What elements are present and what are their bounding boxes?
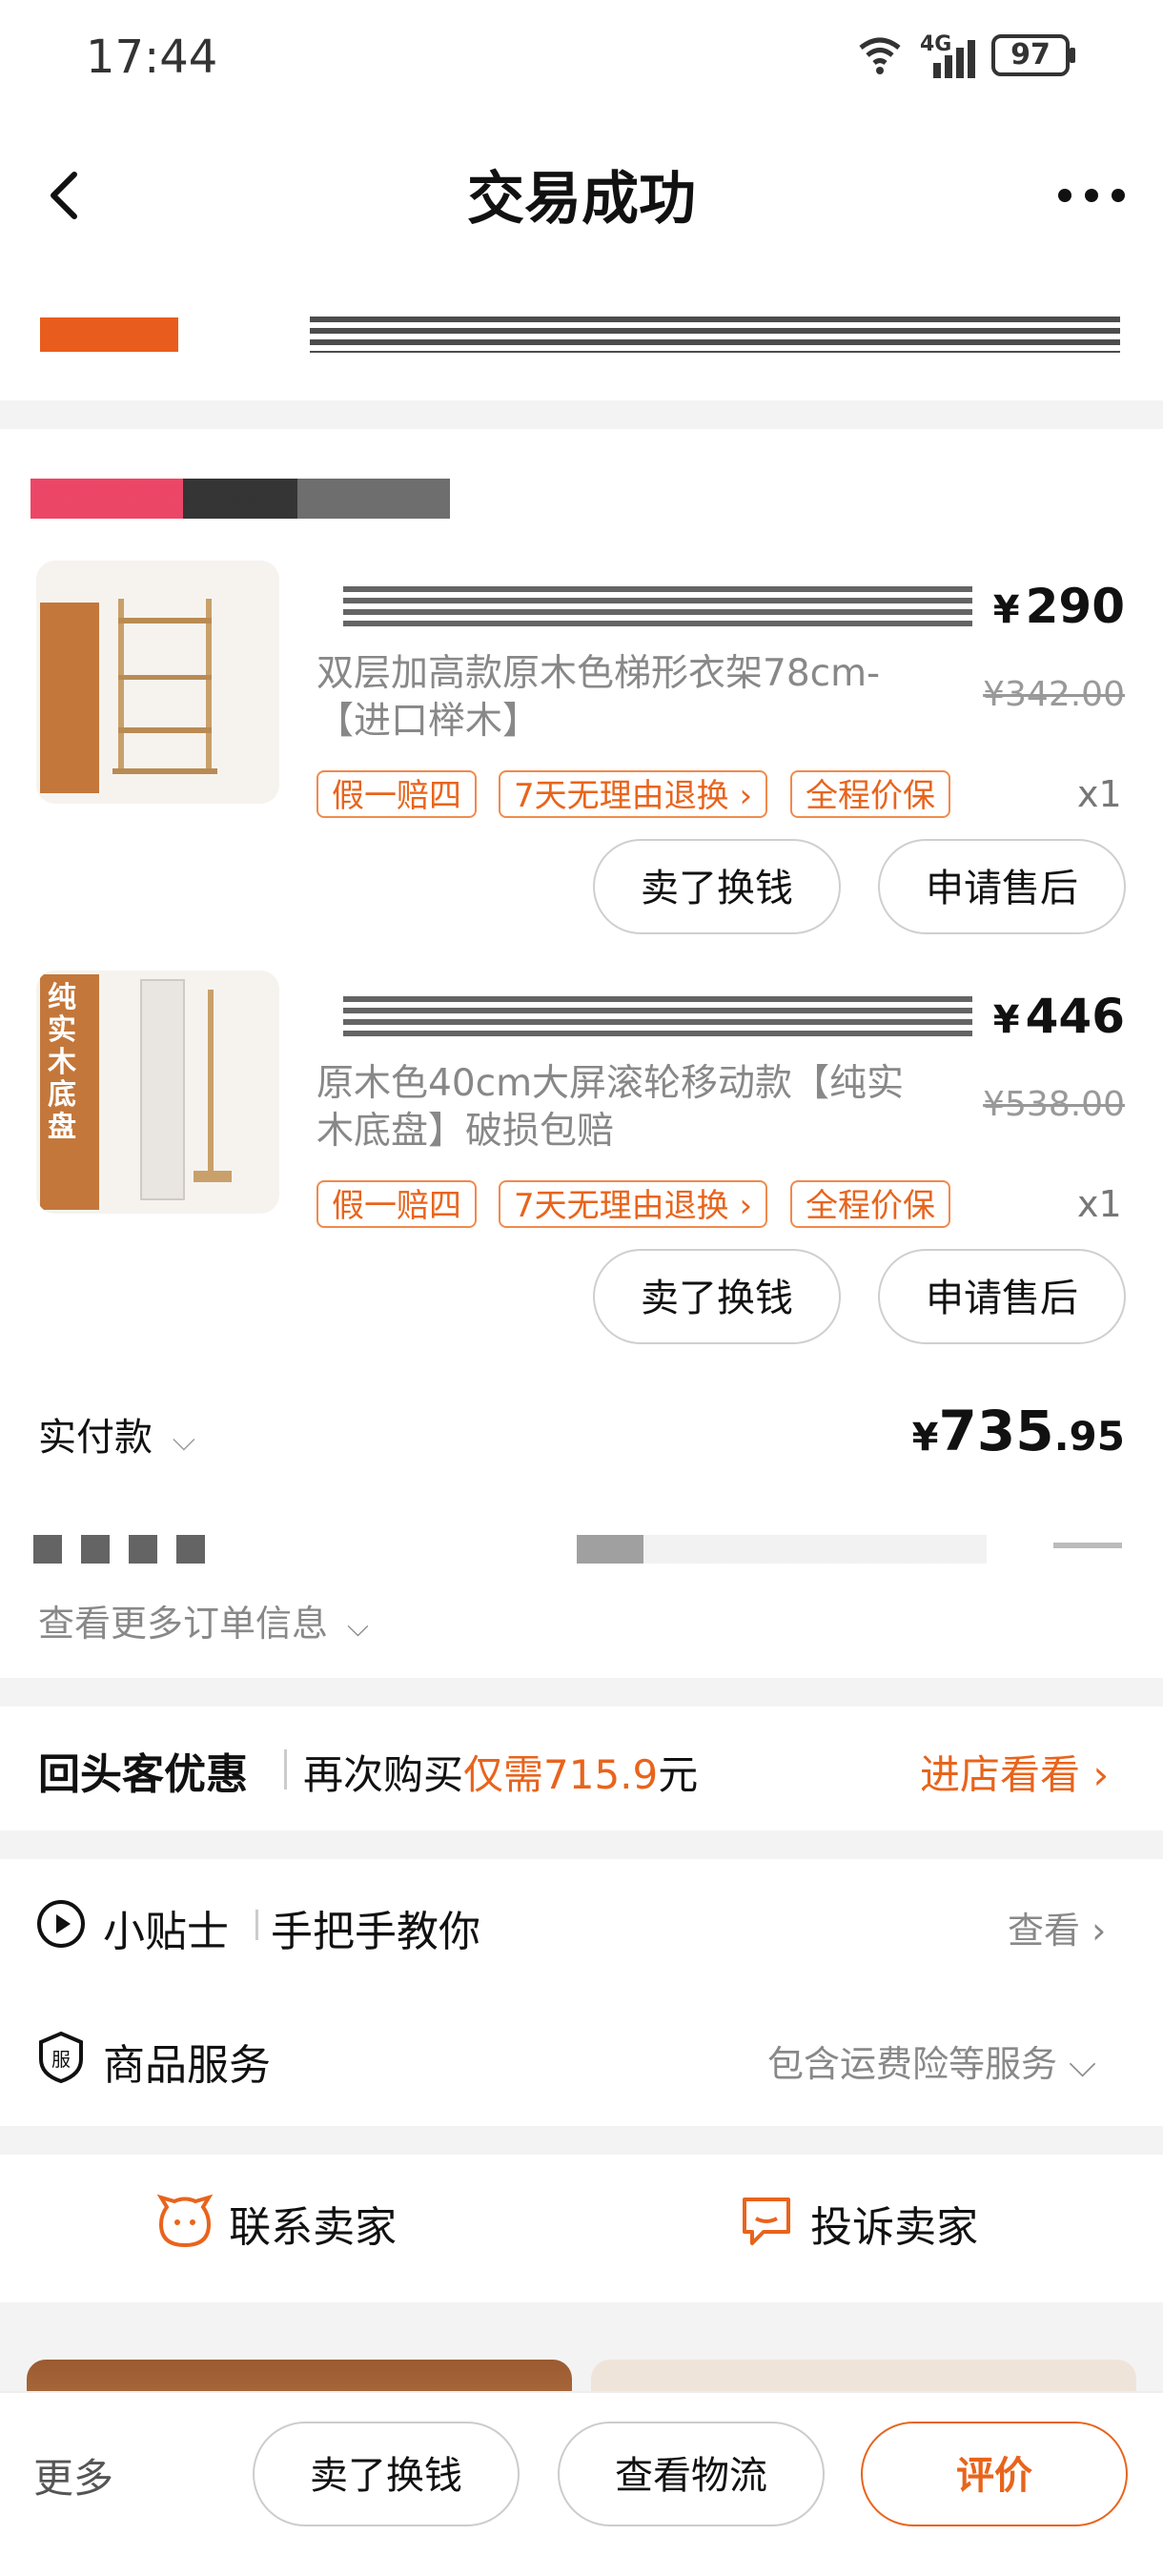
view-logistics-button[interactable]: 查看物流 (558, 2422, 825, 2526)
visit-shop-label: 进店看看 (920, 1751, 1081, 1798)
tag-fake-compensation[interactable]: 假一赔四 (316, 1180, 477, 1228)
complain-seller-button[interactable]: 投诉卖家 (739, 2193, 978, 2254)
tag-7day-return[interactable]: 7天无理由退换 › (499, 770, 768, 818)
more-options-button[interactable] (1053, 172, 1130, 219)
complaint-bubble-icon (739, 2194, 794, 2253)
tag-price-protect[interactable]: 全程价保 (790, 770, 950, 818)
redacted-address (310, 317, 1120, 353)
item-quantity: x1 (1077, 773, 1122, 815)
shield-icon: 服 (36, 2031, 86, 2084)
tag-fake-compensation[interactable]: 假一赔四 (316, 770, 477, 818)
item-original-price: ¥342.00 (983, 675, 1125, 714)
redacted-shop-name (31, 479, 450, 519)
returning-title: 回头客优惠 (38, 1750, 248, 1799)
signal-icon (929, 36, 982, 78)
tips-title: 小贴士 (103, 1908, 229, 1956)
more-actions-button[interactable]: 更多 (33, 2446, 113, 2504)
returning-text: 再次购买仅需715.9元 (303, 1751, 699, 1798)
paid-amount-value: ¥735.95 (911, 1399, 1125, 1463)
visit-shop-link[interactable]: 进店看看 › (920, 1743, 1109, 1801)
tips-view-link[interactable]: 查看 › (1008, 1901, 1106, 1953)
more-dots-icon (1058, 189, 1125, 202)
chevron-down-icon: ⌵ (347, 1610, 369, 1644)
sell-button[interactable]: 卖了换钱 (253, 2422, 520, 2526)
item-original-price: ¥538.00 (983, 1085, 1125, 1124)
status-time: 17:44 (86, 31, 218, 84)
aftersale-button[interactable]: 申请售后 (878, 1249, 1126, 1344)
redacted-order-time (577, 1535, 987, 1564)
paid-label-text: 实付款 (38, 1416, 153, 1460)
product-thumbnail[interactable] (36, 561, 279, 804)
battery-tip (1070, 48, 1075, 63)
battery-level: 97 (1010, 38, 1051, 72)
tag-price-protect[interactable]: 全程价保 (790, 1180, 950, 1228)
chat-face-icon (156, 2194, 214, 2253)
more-order-info-label: 查看更多订单信息 (38, 1603, 329, 1645)
thumb-caption: 纯实木底盘 (48, 981, 76, 1144)
sell-button[interactable]: 卖了换钱 (593, 1249, 841, 1344)
contact-seller-button[interactable]: 联系卖家 (156, 2193, 398, 2254)
redacted-title-line (343, 586, 972, 626)
aftersale-button[interactable]: 申请售后 (878, 839, 1126, 934)
tips-divider (255, 1910, 258, 1940)
tips-subtitle: 手把手教你 (271, 1908, 480, 1956)
more-order-info[interactable]: 查看更多订单信息 ⌵ (38, 1594, 369, 1646)
item-quantity: x1 (1077, 1183, 1122, 1225)
chevron-right-icon: › (1080, 1910, 1107, 1952)
redacted-order-number (33, 1535, 205, 1564)
services-desc: 包含运费险等服务 (767, 2043, 1058, 2085)
tips-view-label: 查看 (1008, 1910, 1081, 1952)
battery-icon: 97 (991, 34, 1070, 76)
redacted-badge (40, 317, 178, 352)
sell-button[interactable]: 卖了换钱 (593, 839, 841, 934)
item-name[interactable]: 原木色40cm大屏滚轮移动款【纯实木底盘】破损包赔 (316, 1060, 927, 1155)
services-title: 商品服务 (103, 2041, 271, 2090)
wifi-icon (856, 31, 904, 78)
paid-amount-label[interactable]: 实付款 ⌵ (38, 1406, 195, 1462)
contact-seller-label: 联系卖家 (229, 2203, 398, 2252)
complain-seller-label: 投诉卖家 (810, 2203, 979, 2252)
chevron-down-icon: ⌵ (1057, 2043, 1096, 2085)
play-icon (36, 1899, 86, 1949)
page-title: 交易成功 (467, 166, 696, 233)
review-button[interactable]: 评价 (861, 2422, 1128, 2526)
tag-7day-return[interactable]: 7天无理由退换 › (499, 1180, 768, 1228)
item-name[interactable]: 双层加高款原木色梯形衣架78cm-【进口榉木】 (316, 650, 927, 746)
redacted-title-line (343, 996, 972, 1036)
chevron-down-icon: ⌵ (172, 1421, 195, 1458)
svg-text:服: 服 (51, 2048, 71, 2071)
redacted-copy (1053, 1543, 1122, 1548)
chevron-right-icon: › (1080, 1751, 1110, 1798)
services-link[interactable]: 包含运费险等服务 ⌵ (767, 2034, 1096, 2087)
returning-divider (284, 1749, 287, 1789)
